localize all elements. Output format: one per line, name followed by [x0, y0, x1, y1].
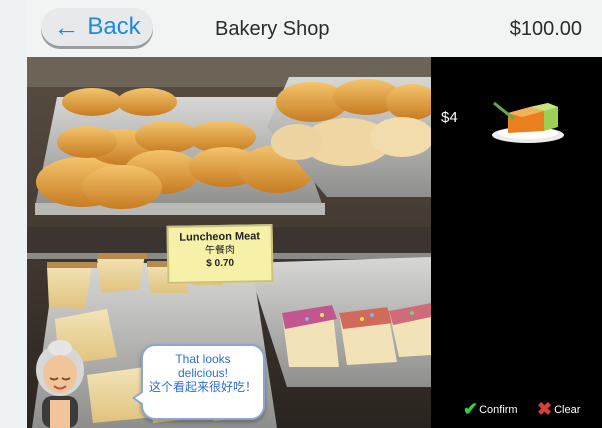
back-button[interactable]: ← Back [41, 8, 153, 46]
speech-line-2: delicious! [177, 366, 229, 380]
sign-item-name: Luncheon Meat [179, 230, 261, 244]
page-title: Bakery Shop [215, 18, 330, 40]
speech-line-3: 这个看起来很好吃！ [148, 380, 257, 394]
speech-line-1: That looks [175, 352, 231, 366]
cross-icon: ✖ [537, 399, 553, 419]
balance-amount: $100.00 [509, 18, 582, 40]
price-sign: Luncheon Meat 午餐肉 $ 0.70 [166, 224, 274, 284]
sign-price: $ 0.70 [206, 257, 235, 270]
cart-item-price: $4 [441, 109, 458, 126]
left-arrow-icon: ← [53, 12, 80, 42]
bakery-display-case[interactable]: Luncheon Meat 午餐肉 $ 0.70 That looks deli… [27, 57, 431, 428]
app-screen: ← Back Bakery Shop $100.00 Luncheon Meat… [27, 0, 602, 428]
checkmark-icon: ✔ [463, 399, 479, 419]
speech-bubble-tail-fill [135, 392, 144, 404]
confirm-button[interactable]: ✔ Confirm [463, 399, 518, 420]
speech-bubble: That looks delicious! 这个看起来很好吃！ [132, 344, 265, 420]
top-bar: ← Back Bakery Shop $100.00 [27, 0, 602, 58]
clear-button[interactable]: ✖ Clear [537, 399, 580, 420]
clear-label: Clear [554, 403, 581, 416]
back-button-label: Back [87, 13, 141, 40]
layer-cake-icon[interactable] [486, 93, 566, 145]
window-frame: ← Back Bakery Shop $100.00 Luncheon Meat… [0, 0, 602, 428]
cart-panel: $4 ✔ Confirm ✖ Clear [431, 57, 602, 428]
confirm-label: Confirm [479, 403, 518, 416]
grandmother-avatar-icon [36, 340, 84, 428]
